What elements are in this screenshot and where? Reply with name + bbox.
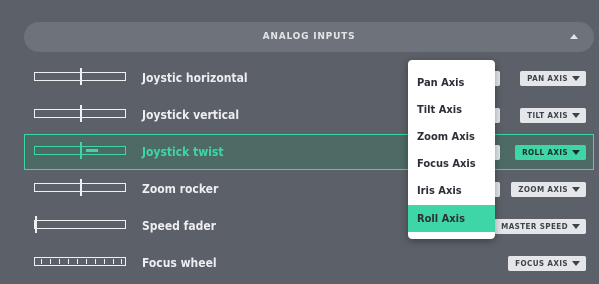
input-level-meter [34, 179, 126, 196]
caret-down-icon [572, 261, 580, 266]
assignment-label: TILT AXIS [527, 111, 568, 120]
meter-tick-mark [68, 259, 69, 264]
meter-tick-mark [50, 259, 51, 264]
meter-indicator [80, 179, 82, 196]
dropdown-option-roll-axis[interactable]: Roll Axis [408, 205, 495, 232]
assignment-label: ZOOM AXIS [518, 185, 568, 194]
caret-down-icon [572, 187, 580, 192]
analog-inputs-header[interactable]: ANALOG INPUTS [24, 22, 594, 52]
meter-indicator [80, 142, 82, 159]
assignment-label: FOCUS AXIS [515, 259, 568, 268]
input-label: Speed fader [142, 219, 216, 233]
input-level-meter [34, 257, 126, 266]
input-row-joystick-horizontal[interactable]: Joystic horizontal PAN AXIS [24, 60, 594, 96]
axis-assignment-button[interactable]: TILT AXIS [520, 108, 586, 123]
meter-tick-mark [104, 259, 105, 264]
input-row-zoom-rocker[interactable]: Zoom rocker ZOOM AXIS [24, 171, 594, 207]
meter-fill [86, 149, 98, 152]
section-title: ANALOG INPUTS [262, 31, 356, 42]
meter-tick-mark [59, 259, 60, 264]
caret-down-icon [572, 224, 580, 229]
dropdown-option-iris-axis[interactable]: Iris Axis [408, 177, 495, 204]
assignment-label: ROLL AXIS [522, 148, 568, 157]
caret-down-icon [572, 113, 580, 118]
axis-assignment-button[interactable]: MASTER SPEED [494, 219, 586, 234]
assignment-label: MASTER SPEED [501, 222, 568, 231]
axis-assignment-button[interactable]: ROLL AXIS [515, 145, 586, 160]
input-label: Joystick vertical [142, 108, 240, 122]
meter-tick-mark [95, 259, 96, 264]
caret-down-icon [572, 150, 580, 155]
dropdown-option-focus-axis[interactable]: Focus Axis [408, 150, 495, 177]
axis-dropdown-menu: Pan Axis Tilt Axis Zoom Axis Focus Axis … [408, 60, 495, 239]
meter-tick-mark [41, 259, 42, 264]
input-level-meter [34, 142, 126, 159]
dropdown-option-tilt-axis[interactable]: Tilt Axis [408, 96, 495, 123]
input-row-focus-wheel[interactable]: Focus wheel FOCUS AXIS [24, 245, 594, 281]
axis-assignment-button[interactable]: FOCUS AXIS [508, 256, 586, 271]
axis-assignment-button[interactable]: PAN AXIS [520, 71, 586, 86]
input-row-speed-fader[interactable]: Speed fader MASTER SPEED [24, 208, 594, 244]
input-row-joystick-vertical[interactable]: Joystick vertical TILT AXIS [24, 97, 594, 133]
meter-tick-mark [86, 259, 87, 264]
input-label: Joystic horizontal [142, 71, 248, 85]
axis-assignment-button[interactable]: ZOOM AXIS [511, 182, 586, 197]
dropdown-option-zoom-axis[interactable]: Zoom Axis [408, 123, 495, 150]
assignment-label: PAN AXIS [527, 74, 568, 83]
caret-down-icon [572, 76, 580, 81]
meter-indicator [80, 68, 82, 85]
input-level-meter [34, 105, 126, 122]
collapse-caret-icon[interactable] [570, 34, 578, 39]
meter-indicator [35, 216, 37, 233]
dropdown-option-pan-axis[interactable]: Pan Axis [408, 69, 495, 96]
meter-tick-mark [77, 259, 78, 264]
input-label: Joystick twist [142, 145, 224, 159]
input-level-meter [34, 216, 126, 233]
meter-tick-mark [121, 259, 122, 264]
input-row-joystick-twist[interactable]: Joystick twist ROLL AXIS [24, 134, 594, 170]
input-label: Zoom rocker [142, 182, 219, 196]
input-label: Focus wheel [142, 256, 217, 270]
input-level-meter [34, 68, 126, 85]
meter-indicator [80, 105, 82, 122]
meter-tick-mark [113, 259, 114, 264]
